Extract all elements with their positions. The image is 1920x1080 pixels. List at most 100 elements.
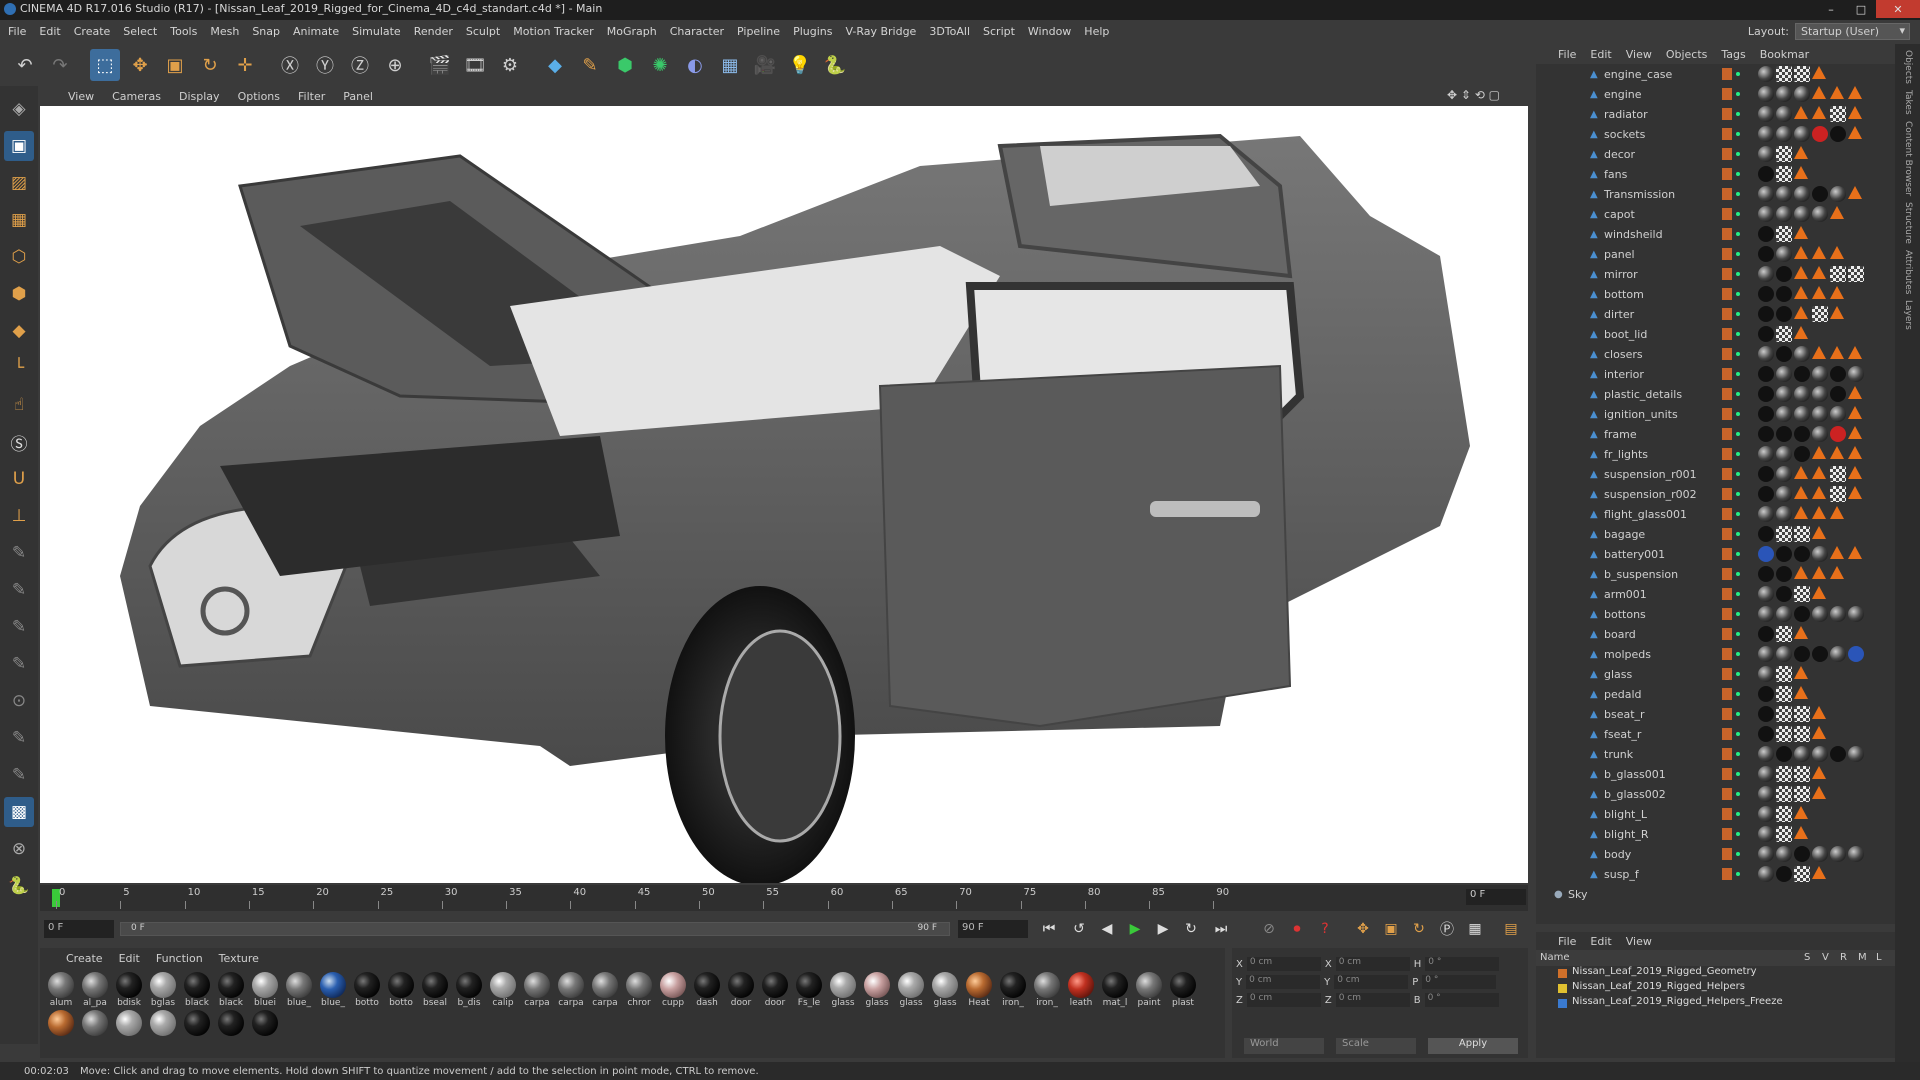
texture-tag-icon[interactable]	[1776, 806, 1792, 822]
material-tag-icon[interactable]	[1758, 326, 1774, 342]
grab-brush-icon[interactable]: ✎	[4, 723, 34, 753]
object-row-molpeds[interactable]: ▲ molpeds	[1536, 644, 1892, 664]
flatten-brush-icon[interactable]: ✎	[4, 649, 34, 679]
visibility-dot[interactable]	[1736, 332, 1740, 336]
material-tag-icon[interactable]	[1758, 186, 1774, 202]
layer-color-swatch[interactable]	[1722, 328, 1732, 340]
layer-color-swatch[interactable]	[1722, 788, 1732, 800]
material-swatch[interactable]	[112, 1010, 146, 1048]
material-menu-function[interactable]: Function	[156, 952, 203, 965]
object-row-susp-f[interactable]: ▲ susp_f	[1536, 864, 1892, 884]
material-tag-icon[interactable]	[1776, 266, 1792, 282]
visibility-dot[interactable]	[1736, 672, 1740, 676]
x-axis-icon[interactable]: Ⓧ	[275, 49, 305, 81]
goto-start-icon[interactable]: ⏮	[1038, 918, 1060, 940]
layer-color-swatch[interactable]	[1722, 808, 1732, 820]
visibility-dot[interactable]	[1736, 172, 1740, 176]
render-picture-viewer-icon[interactable]: 🎞	[460, 49, 490, 81]
viewport-menu-cameras[interactable]: Cameras	[112, 90, 161, 103]
menu-window[interactable]: Window	[1028, 25, 1071, 38]
texture-tag-icon[interactable]	[1794, 706, 1810, 722]
menu-sculpt[interactable]: Sculpt	[466, 25, 500, 38]
material-tag-icon[interactable]	[1812, 406, 1828, 422]
visibility-dot[interactable]	[1736, 692, 1740, 696]
material-swatch[interactable]: botto	[350, 972, 384, 1010]
layer-color-swatch[interactable]	[1722, 588, 1732, 600]
material-tag-icon[interactable]	[1758, 626, 1774, 642]
phong-tag-icon[interactable]	[1848, 486, 1862, 499]
texture-tag-icon[interactable]	[1830, 466, 1846, 482]
phong-tag-icon[interactable]	[1848, 546, 1862, 559]
object-row-b-glass002[interactable]: ▲ b_glass002	[1536, 784, 1892, 804]
texture-tag-icon[interactable]	[1794, 766, 1810, 782]
visibility-dot[interactable]	[1736, 772, 1740, 776]
material-menu-texture[interactable]: Texture	[219, 952, 259, 965]
menu-mesh[interactable]: Mesh	[210, 25, 239, 38]
material-tag-icon[interactable]	[1848, 646, 1864, 662]
object-row-body[interactable]: ▲ body	[1536, 844, 1892, 864]
side-tab-content-browser[interactable]: Content Browser	[1903, 121, 1913, 196]
material-tag-icon[interactable]	[1758, 106, 1774, 122]
render-view-icon[interactable]: 🎬	[425, 49, 455, 81]
phong-tag-icon[interactable]	[1848, 86, 1862, 99]
material-tag-icon[interactable]	[1758, 646, 1774, 662]
object-row-plastic-details[interactable]: ▲ plastic_details	[1536, 384, 1892, 404]
material-tag-icon[interactable]	[1812, 206, 1828, 222]
material-tag-icon[interactable]	[1830, 846, 1846, 862]
phong-tag-icon[interactable]	[1794, 266, 1808, 279]
layer-color-swatch[interactable]	[1722, 108, 1732, 120]
scale-dropdown[interactable]: Scale	[1336, 1038, 1416, 1054]
layer-color-swatch[interactable]	[1722, 688, 1732, 700]
move-icon[interactable]: ✥	[125, 49, 155, 81]
layer-color-swatch[interactable]	[1722, 488, 1732, 500]
light-icon[interactable]: 💡	[785, 49, 815, 81]
object-row-sockets[interactable]: ▲ sockets	[1536, 124, 1892, 144]
phong-tag-icon[interactable]	[1812, 266, 1826, 279]
material-swatch[interactable]: door	[758, 972, 792, 1010]
visibility-dot[interactable]	[1736, 132, 1740, 136]
material-swatch[interactable]: Heat	[962, 972, 996, 1010]
material-tag-icon[interactable]	[1830, 746, 1846, 762]
material-tag-icon[interactable]	[1758, 746, 1774, 762]
layer-color-swatch[interactable]	[1722, 148, 1732, 160]
object-row-boot-lid[interactable]: ▲ boot_lid	[1536, 324, 1892, 344]
key-pla-icon[interactable]: ▦	[1464, 918, 1486, 940]
material-tag-icon[interactable]	[1758, 846, 1774, 862]
keyframe-selection-icon[interactable]: ?	[1314, 918, 1336, 940]
material-tag-icon[interactable]	[1812, 846, 1828, 862]
material-tag-icon[interactable]	[1812, 366, 1828, 382]
material-tag-icon[interactable]	[1794, 546, 1810, 562]
phong-tag-icon[interactable]	[1794, 246, 1808, 259]
material-tag-icon[interactable]	[1776, 846, 1792, 862]
phong-tag-icon[interactable]	[1794, 146, 1808, 159]
material-swatch[interactable]: glass	[894, 972, 928, 1010]
layer-color-swatch[interactable]	[1722, 608, 1732, 620]
material-swatch[interactable]	[78, 1010, 112, 1048]
visibility-dot[interactable]	[1736, 112, 1740, 116]
object-row-interior[interactable]: ▲ interior	[1536, 364, 1892, 384]
material-swatch[interactable]: black	[180, 972, 214, 1010]
material-menu-edit[interactable]: Edit	[119, 952, 140, 965]
viewport-menu-options[interactable]: Options	[238, 90, 280, 103]
visibility-dot[interactable]	[1736, 192, 1740, 196]
texture-tag-icon[interactable]	[1776, 526, 1792, 542]
object-row-bseat-r[interactable]: ▲ bseat_r	[1536, 704, 1892, 724]
layer-color-swatch[interactable]	[1722, 568, 1732, 580]
phong-tag-icon[interactable]	[1812, 706, 1826, 719]
world-dropdown[interactable]: World	[1244, 1038, 1324, 1054]
python-icon[interactable]: 🐍	[820, 49, 850, 81]
material-tag-icon[interactable]	[1776, 206, 1792, 222]
material-tag-icon[interactable]	[1758, 766, 1774, 782]
phong-tag-icon[interactable]	[1848, 106, 1862, 119]
record-keys-icon[interactable]: ⊘	[1258, 918, 1280, 940]
material-tag-icon[interactable]	[1758, 426, 1774, 442]
spline-pen-icon[interactable]: ✎	[575, 49, 605, 81]
visibility-dot[interactable]	[1736, 832, 1740, 836]
polygons-mode-icon[interactable]: ◆	[4, 316, 34, 346]
live-selection-icon[interactable]: ⬚	[90, 49, 120, 81]
material-tag-icon[interactable]	[1812, 546, 1828, 562]
visibility-dot[interactable]	[1736, 812, 1740, 816]
object-menu-objects[interactable]: Objects	[1666, 48, 1708, 61]
material-tag-icon[interactable]	[1776, 426, 1792, 442]
menu-mograph[interactable]: MoGraph	[607, 25, 657, 38]
